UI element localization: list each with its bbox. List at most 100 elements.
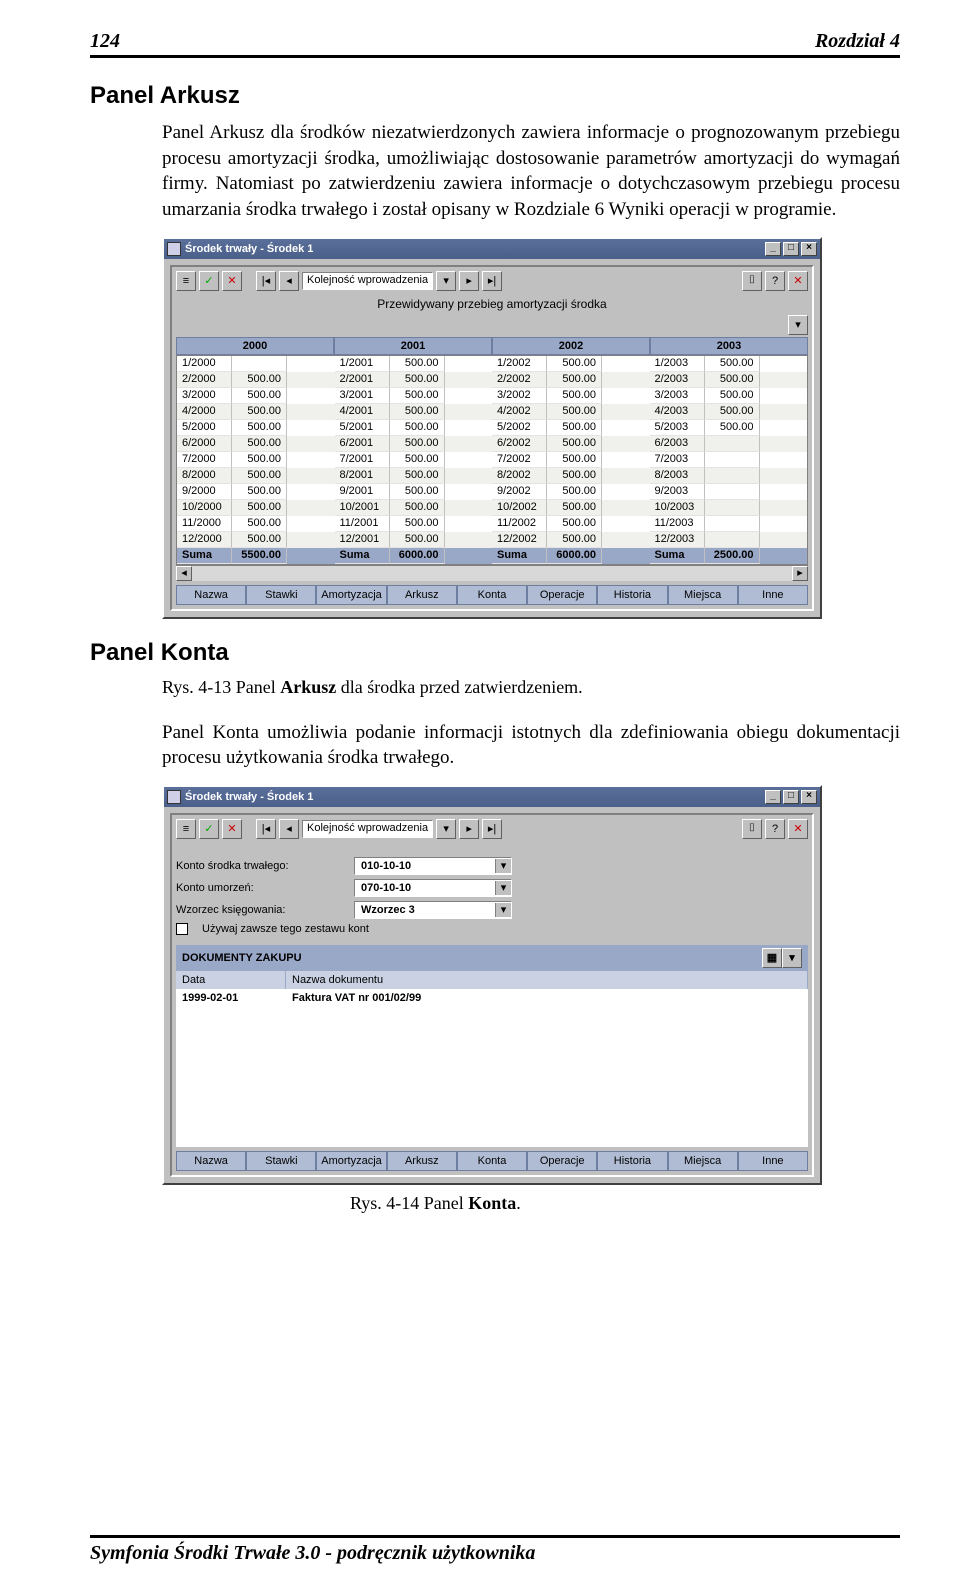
- order-select[interactable]: Kolejność wprowadzenia: [302, 820, 433, 838]
- new-button[interactable]: ≡: [176, 819, 196, 839]
- order-dropdown-button[interactable]: ▾: [436, 819, 456, 839]
- section1-paragraph: Panel Arkusz dla środków niezatwierdzony…: [162, 120, 900, 223]
- section-panel-konta: Panel Konta: [90, 639, 900, 667]
- close-button[interactable]: ×: [801, 790, 817, 804]
- last-record-button[interactable]: ▸|: [482, 271, 502, 291]
- window-title: Środek trwały - Środek 1: [185, 791, 313, 803]
- tab-stawki[interactable]: Stawki: [246, 1151, 316, 1171]
- table-row: 11/2000500.0011/2001500.0011/2002500.001…: [177, 516, 807, 532]
- app-icon: [167, 790, 181, 804]
- maximize-button[interactable]: □: [783, 790, 799, 804]
- doc-settings-button[interactable]: ▾: [782, 948, 802, 968]
- tab-konta[interactable]: Konta: [457, 1151, 527, 1171]
- new-button[interactable]: ≡: [176, 271, 196, 291]
- col-data: Data: [176, 971, 286, 989]
- col-nazwa: Nazwa dokumentu: [286, 971, 808, 989]
- amortization-grid: 1/20001/2001500.001/2002500.001/2003500.…: [176, 355, 808, 565]
- order-select[interactable]: Kolejność wprowadzenia: [302, 272, 433, 290]
- prev-record-button[interactable]: ◂: [279, 271, 299, 291]
- page-number: 124: [90, 30, 120, 53]
- grid-settings-button[interactable]: ▾: [788, 315, 808, 335]
- caption-2: Rys. 4-14 Panel Konta.: [350, 1193, 900, 1214]
- tab-konta[interactable]: Konta: [457, 585, 527, 605]
- grid-subtitle: Przewidywany przebieg amortyzacji środka: [176, 297, 808, 311]
- window-title: Środek trwały - Środek 1: [185, 243, 313, 255]
- tab-arkusz[interactable]: Arkusz: [387, 1151, 457, 1171]
- chevron-down-icon[interactable]: ▾: [495, 881, 511, 895]
- konto-srodka-combo[interactable]: 010-10-10▾: [354, 857, 512, 875]
- tab-historia[interactable]: Historia: [597, 1151, 667, 1171]
- window-konta: Środek trwały - Środek 1 _ □ × ≡ ✓ ✕ |◂ …: [162, 785, 822, 1185]
- help-button[interactable]: ?: [765, 271, 785, 291]
- minimize-button[interactable]: _: [765, 242, 781, 256]
- table-row: 1/20001/2001500.001/2002500.001/2003500.…: [177, 356, 807, 372]
- next-record-button[interactable]: ▸: [459, 271, 479, 291]
- sum-row: Suma5500.00Suma6000.00Suma6000.00Suma250…: [177, 548, 807, 564]
- year-header-2000[interactable]: 2000: [176, 337, 334, 355]
- order-dropdown-button[interactable]: ▾: [436, 271, 456, 291]
- close-inner-button[interactable]: ✕: [788, 819, 808, 839]
- maximize-button[interactable]: □: [783, 242, 799, 256]
- print-button[interactable]: ⌷: [742, 819, 762, 839]
- tab-inne[interactable]: Inne: [738, 585, 808, 605]
- doc-list-blank: [176, 1007, 808, 1147]
- dokumenty-zakupu-title: DOKUMENTY ZAKUPU: [182, 952, 302, 964]
- table-row: 6/2000500.006/2001500.006/2002500.006/20…: [177, 436, 807, 452]
- tab-nazwa[interactable]: Nazwa: [176, 1151, 246, 1171]
- section-panel-arkusz: Panel Arkusz: [90, 82, 900, 110]
- last-record-button[interactable]: ▸|: [482, 819, 502, 839]
- year-header-2003[interactable]: 2003: [650, 337, 808, 355]
- chapter-title: Rozdział 4: [815, 30, 900, 53]
- year-header-2001[interactable]: 2001: [334, 337, 492, 355]
- section2-paragraph: Panel Konta umożliwia podanie informacji…: [162, 720, 900, 771]
- close-inner-button[interactable]: ✕: [788, 271, 808, 291]
- table-row: 8/2000500.008/2001500.008/2002500.008/20…: [177, 468, 807, 484]
- konto-umorzen-label: Konto umorzeń:: [176, 882, 346, 894]
- ok-button[interactable]: ✓: [199, 819, 219, 839]
- minimize-button[interactable]: _: [765, 790, 781, 804]
- chevron-down-icon[interactable]: ▾: [495, 859, 511, 873]
- next-record-button[interactable]: ▸: [459, 819, 479, 839]
- tab-miejsca[interactable]: Miejsca: [668, 1151, 738, 1171]
- horizontal-scrollbar[interactable]: ◂ ▸: [176, 565, 808, 581]
- tab-inne[interactable]: Inne: [738, 1151, 808, 1171]
- tab-historia[interactable]: Historia: [597, 585, 667, 605]
- year-header-2002[interactable]: 2002: [492, 337, 650, 355]
- doc-row[interactable]: 1999-02-01 Faktura VAT nr 001/02/99: [176, 989, 808, 1007]
- first-record-button[interactable]: |◂: [256, 819, 276, 839]
- cancel-button[interactable]: ✕: [222, 271, 242, 291]
- table-row: 5/2000500.005/2001500.005/2002500.005/20…: [177, 420, 807, 436]
- print-button[interactable]: ⌷: [742, 271, 762, 291]
- close-button[interactable]: ×: [801, 242, 817, 256]
- tab-amortyzacja[interactable]: Amortyzacja: [316, 1151, 386, 1171]
- use-always-checkbox[interactable]: [176, 923, 188, 935]
- tab-operacje[interactable]: Operacje: [527, 585, 597, 605]
- help-button[interactable]: ?: [765, 819, 785, 839]
- window-arkusz: Środek trwały - Środek 1 _ □ × ≡ ✓ ✕ |◂ …: [162, 237, 822, 619]
- table-row: 7/2000500.007/2001500.007/2002500.007/20…: [177, 452, 807, 468]
- table-row: 12/2000500.0012/2001500.0012/2002500.001…: [177, 532, 807, 548]
- page-footer: Symfonia Środki Trwałe 3.0 - podręcznik …: [90, 1535, 900, 1565]
- tab-operacje[interactable]: Operacje: [527, 1151, 597, 1171]
- table-row: 10/2000500.0010/2001500.0010/2002500.001…: [177, 500, 807, 516]
- konto-srodka-label: Konto środka trwałego:: [176, 860, 346, 872]
- cancel-button[interactable]: ✕: [222, 819, 242, 839]
- tab-amortyzacja[interactable]: Amortyzacja: [316, 585, 386, 605]
- scroll-right-icon[interactable]: ▸: [792, 566, 808, 581]
- wzorzec-combo[interactable]: Wzorzec 3▾: [354, 901, 512, 919]
- add-doc-button[interactable]: ▦: [762, 948, 782, 968]
- table-row: 9/2000500.009/2001500.009/2002500.009/20…: [177, 484, 807, 500]
- chevron-down-icon[interactable]: ▾: [495, 903, 511, 917]
- ok-button[interactable]: ✓: [199, 271, 219, 291]
- tab-nazwa[interactable]: Nazwa: [176, 585, 246, 605]
- konto-umorzen-combo[interactable]: 070-10-10▾: [354, 879, 512, 897]
- scroll-left-icon[interactable]: ◂: [176, 566, 192, 581]
- tab-arkusz[interactable]: Arkusz: [387, 585, 457, 605]
- first-record-button[interactable]: |◂: [256, 271, 276, 291]
- table-row: 2/2000500.002/2001500.002/2002500.002/20…: [177, 372, 807, 388]
- app-icon: [167, 242, 181, 256]
- caption-1: Rys. 4-13 Panel Arkusz dla środka przed …: [162, 677, 900, 698]
- tab-stawki[interactable]: Stawki: [246, 585, 316, 605]
- tab-miejsca[interactable]: Miejsca: [668, 585, 738, 605]
- prev-record-button[interactable]: ◂: [279, 819, 299, 839]
